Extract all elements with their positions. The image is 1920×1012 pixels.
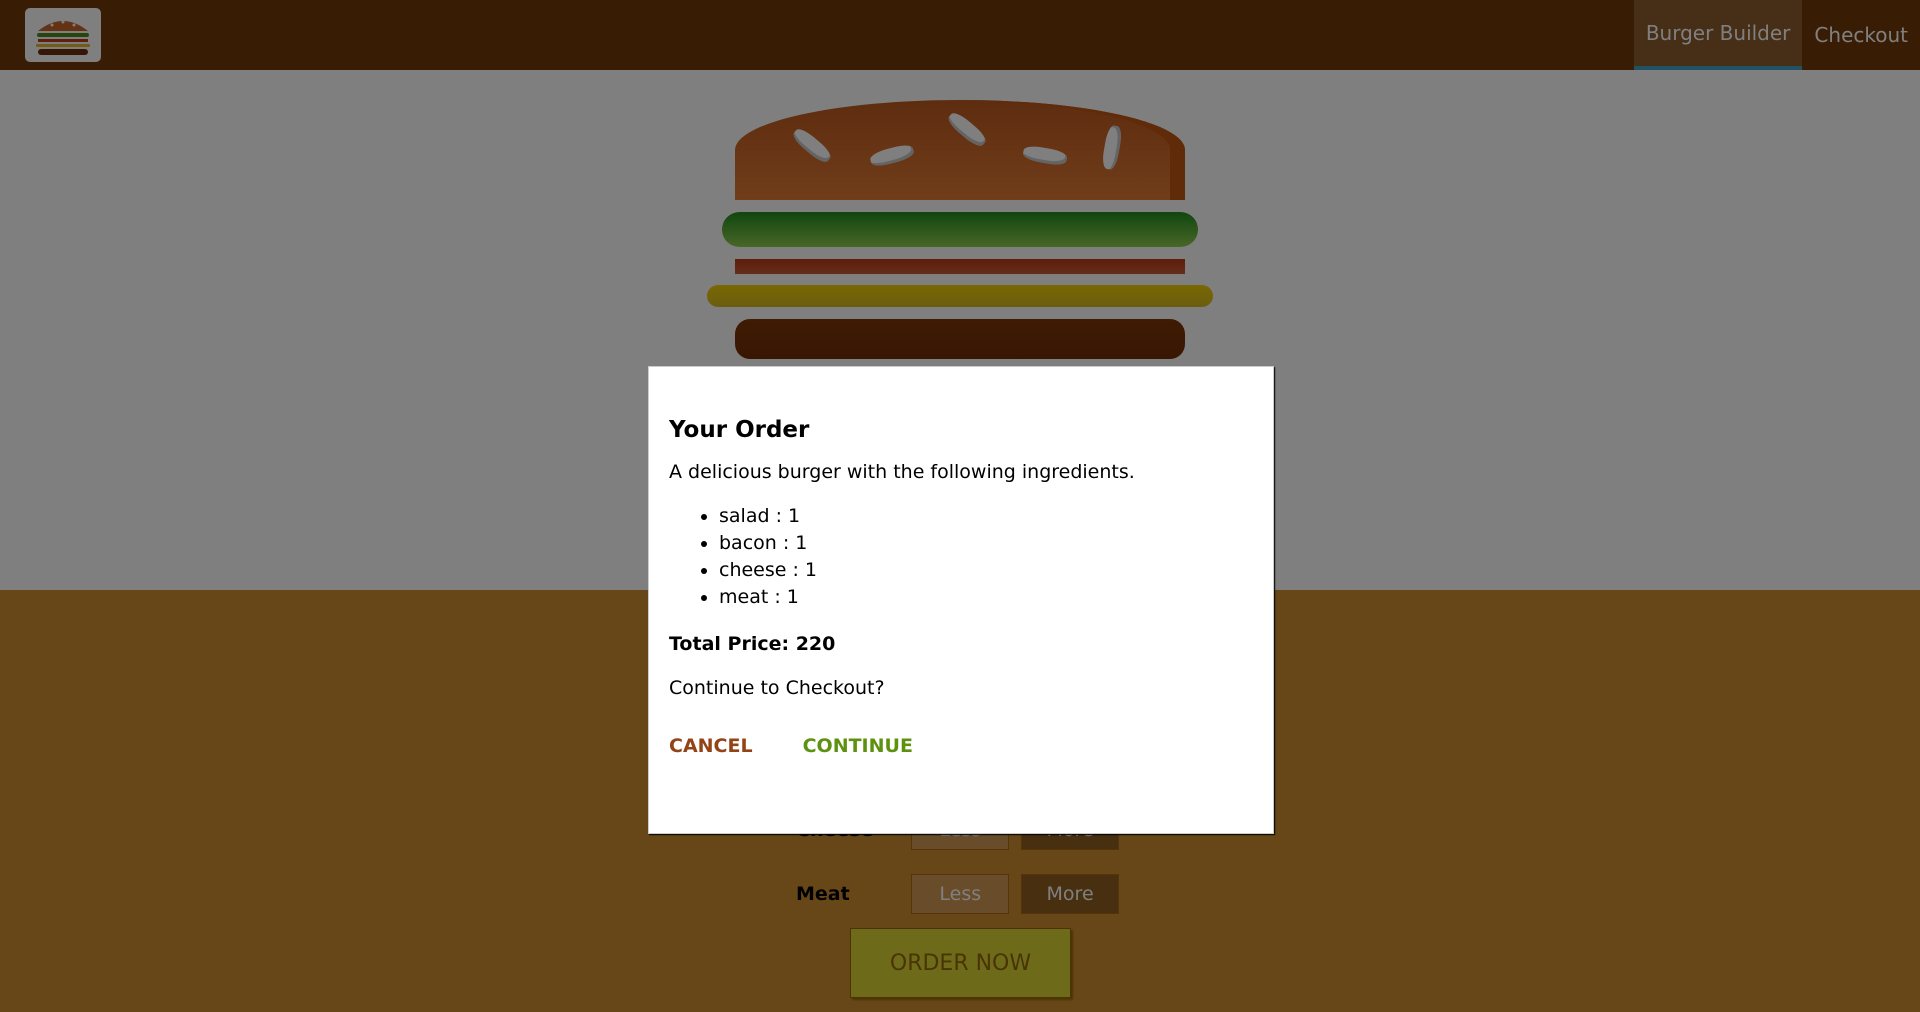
list-item: salad : 1 [719, 503, 1253, 530]
modal-actions: CANCEL CONTINUE [669, 735, 1253, 757]
modal-title: Your Order [669, 417, 810, 443]
list-item: cheese : 1 [719, 557, 1253, 584]
modal-intro: A delicious burger with the following in… [669, 461, 1135, 483]
ingredient-list: salad : 1 bacon : 1 cheese : 1 meat : 1 [669, 503, 1253, 611]
continue-question: Continue to Checkout? [669, 677, 885, 699]
cancel-button[interactable]: CANCEL [669, 735, 753, 757]
continue-button[interactable]: CONTINUE [803, 735, 913, 757]
total-price: Total Price: 220 [669, 633, 836, 655]
list-item: bacon : 1 [719, 530, 1253, 557]
list-item: meat : 1 [719, 584, 1253, 611]
order-summary-modal: Your Order A delicious burger with the f… [648, 366, 1274, 834]
